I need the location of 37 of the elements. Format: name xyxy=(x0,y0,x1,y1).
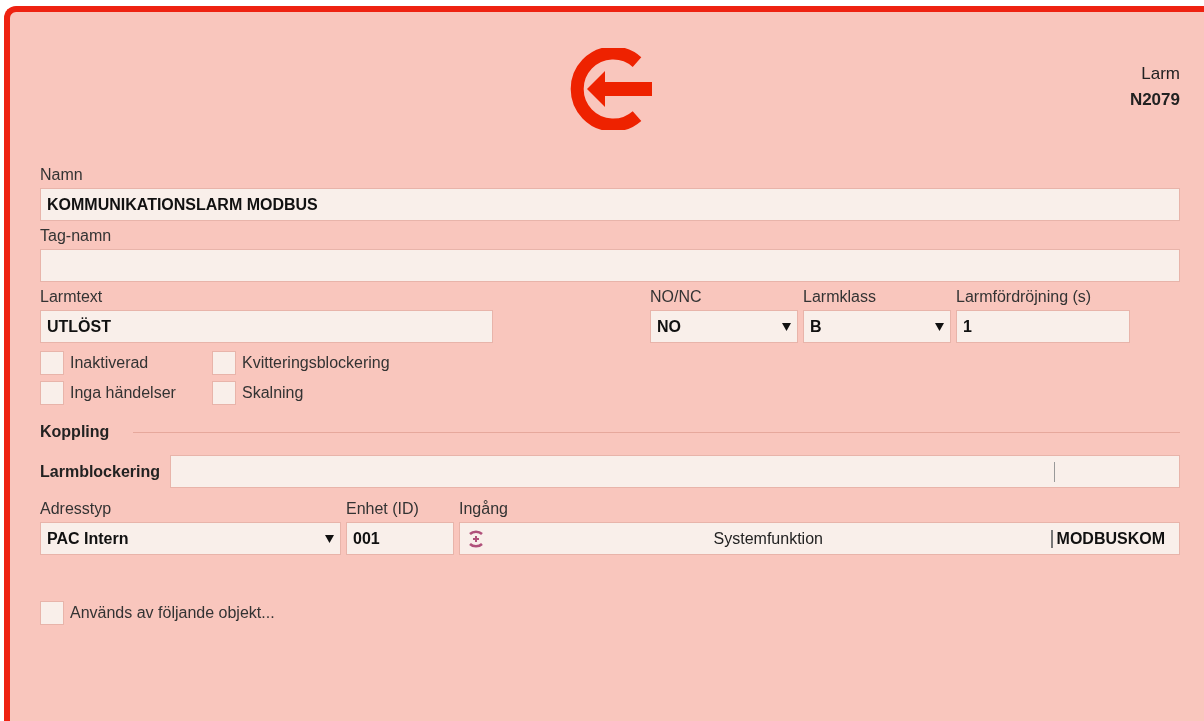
signal-icon xyxy=(466,527,486,550)
checkbox-label: Inaktiverad xyxy=(70,354,149,372)
input-field[interactable]: KOMMUNIKATIONSLARM MODBUS xyxy=(40,188,1180,221)
checkbox-label: Kvitteringsblockering xyxy=(242,354,390,372)
input-field[interactable]: 001 xyxy=(346,522,454,555)
checkbox[interactable] xyxy=(40,351,64,375)
field-label: Ingång xyxy=(459,500,509,518)
input-field[interactable] xyxy=(170,455,1180,488)
input-field[interactable]: UTLÖST xyxy=(40,310,493,343)
checkbox-label: Skalning xyxy=(242,384,304,402)
object-id: N2079 xyxy=(1129,90,1180,110)
checkbox-label: Inga händelser xyxy=(70,384,176,402)
input-selector[interactable]: Systemfunktion MODBUSKOM xyxy=(459,522,1180,555)
object-type: Larm xyxy=(1141,64,1180,84)
field-label: Tag-namn xyxy=(40,227,113,245)
input-field[interactable] xyxy=(40,249,1180,282)
field-label: Adresstyp xyxy=(40,500,113,518)
field-label: Namn xyxy=(40,166,84,184)
field-label: Larmblockering xyxy=(40,462,161,481)
checkbox[interactable] xyxy=(40,381,64,405)
section-title: Koppling xyxy=(40,423,110,441)
field-label: NO/NC xyxy=(650,288,703,306)
field-label: Larmklass xyxy=(803,288,877,306)
dropdown-caret-icon xyxy=(782,322,791,331)
dropdown-caret-icon xyxy=(935,322,944,331)
dropdown[interactable]: NO xyxy=(650,310,798,343)
dropdown[interactable]: B xyxy=(803,310,951,343)
checkbox[interactable] xyxy=(40,601,64,625)
field-label: Enhet (ID) xyxy=(346,500,420,518)
dropdown-caret-icon xyxy=(325,534,334,543)
dropdown[interactable]: PAC Intern xyxy=(40,522,341,555)
field-label: Larmfördröjning (s) xyxy=(956,288,1093,306)
input-field[interactable]: 1 xyxy=(956,310,1130,343)
checkbox[interactable] xyxy=(212,351,236,375)
field-label: Larmtext xyxy=(40,288,104,306)
checkbox[interactable] xyxy=(212,381,236,405)
checkbox-label: Används av följande objekt... xyxy=(70,604,275,622)
